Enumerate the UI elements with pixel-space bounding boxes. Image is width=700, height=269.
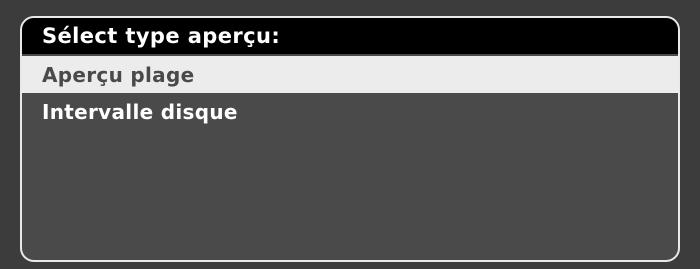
- preview-type-menu: Aperçu plage Intervalle disque: [22, 56, 678, 130]
- menu-item-label: Aperçu plage: [42, 62, 195, 87]
- preview-type-dialog: Sélect type aperçu: Aperçu plage Interva…: [20, 16, 680, 262]
- menu-item-apercu-plage[interactable]: Aperçu plage: [22, 56, 678, 93]
- screen-background: Sélect type aperçu: Aperçu plage Interva…: [0, 0, 700, 269]
- menu-item-intervalle-disque[interactable]: Intervalle disque: [22, 93, 678, 130]
- menu-item-label: Intervalle disque: [42, 99, 238, 124]
- dialog-title: Sélect type aperçu:: [22, 18, 678, 54]
